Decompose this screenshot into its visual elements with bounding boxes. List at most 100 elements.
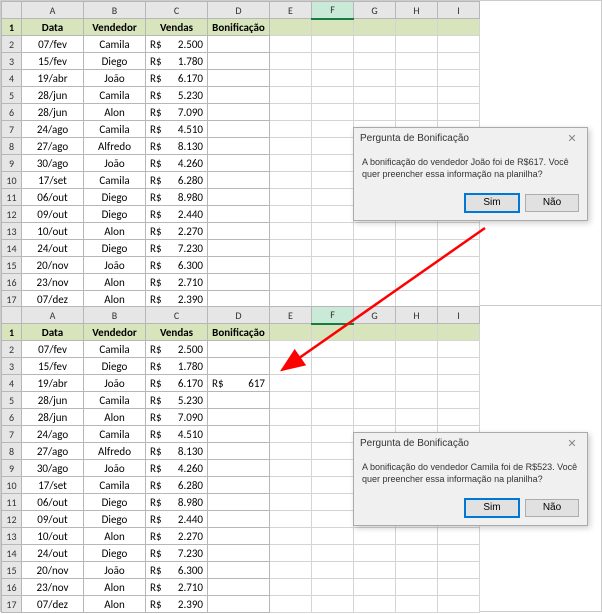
cell[interactable] xyxy=(354,324,396,341)
col-header-E[interactable]: E xyxy=(270,307,312,324)
cell[interactable] xyxy=(396,358,438,375)
cell[interactable] xyxy=(438,291,480,308)
cell[interactable] xyxy=(354,240,396,257)
row-header[interactable]: 17 xyxy=(2,596,22,613)
cell-vendedor[interactable]: João xyxy=(84,155,146,172)
col-header-F[interactable]: F xyxy=(312,307,354,324)
cell-data[interactable]: 19/abr xyxy=(22,70,84,87)
cell[interactable] xyxy=(438,409,480,426)
cell[interactable] xyxy=(354,36,396,53)
cell[interactable] xyxy=(312,36,354,53)
cell[interactable] xyxy=(354,70,396,87)
cell[interactable] xyxy=(312,443,354,460)
cell[interactable] xyxy=(312,392,354,409)
cell-vendedor[interactable]: Alon xyxy=(84,274,146,291)
col-header-D[interactable]: D xyxy=(208,2,270,19)
cell[interactable] xyxy=(312,494,354,511)
cell-vendedor[interactable]: João xyxy=(84,257,146,274)
cell[interactable] xyxy=(312,257,354,274)
cell[interactable] xyxy=(312,291,354,308)
cell[interactable] xyxy=(354,53,396,70)
col-header-I[interactable]: I xyxy=(438,2,480,19)
cell-bonificacao[interactable] xyxy=(208,223,270,240)
cell-vendas[interactable]: R$2.390 xyxy=(146,596,208,613)
cell-bonificacao[interactable] xyxy=(208,104,270,121)
col-header-G[interactable]: G xyxy=(354,2,396,19)
row-header[interactable]: 7 xyxy=(2,426,22,443)
cell[interactable] xyxy=(312,53,354,70)
cell-data[interactable]: 28/jun xyxy=(22,392,84,409)
cell-vendas[interactable]: R$8.980 xyxy=(146,189,208,206)
cell-vendas[interactable]: R$7.090 xyxy=(146,104,208,121)
cell-vendas[interactable]: R$6.300 xyxy=(146,257,208,274)
cell-bonificacao[interactable] xyxy=(208,409,270,426)
cell-bonificacao[interactable] xyxy=(208,121,270,138)
cell[interactable] xyxy=(438,528,480,545)
cell[interactable] xyxy=(312,189,354,206)
cell-data[interactable]: 15/fev xyxy=(22,53,84,70)
cell[interactable] xyxy=(354,562,396,579)
cell-vendas[interactable]: R$6.170 xyxy=(146,375,208,392)
cell[interactable] xyxy=(270,409,312,426)
cell[interactable] xyxy=(396,240,438,257)
cell[interactable] xyxy=(438,240,480,257)
cell-vendedor[interactable]: Camila xyxy=(84,36,146,53)
col-header-D[interactable]: D xyxy=(208,307,270,324)
cell[interactable] xyxy=(354,375,396,392)
cell[interactable] xyxy=(270,155,312,172)
cell[interactable] xyxy=(270,443,312,460)
row-header[interactable]: 13 xyxy=(2,223,22,240)
dialog-titlebar[interactable]: Pergunta de Bonificação ✕ xyxy=(354,128,587,149)
cell-vendas[interactable]: R$6.170 xyxy=(146,70,208,87)
cell[interactable] xyxy=(438,19,480,36)
row-header[interactable]: 12 xyxy=(2,511,22,528)
cell[interactable] xyxy=(312,155,354,172)
cell[interactable] xyxy=(270,19,312,36)
col-header-F[interactable]: F xyxy=(312,2,354,19)
cell[interactable] xyxy=(396,375,438,392)
cell-vendas[interactable]: R$7.090 xyxy=(146,409,208,426)
cell[interactable] xyxy=(438,274,480,291)
row-header[interactable]: 15 xyxy=(2,562,22,579)
row-header[interactable]: 7 xyxy=(2,121,22,138)
cell[interactable] xyxy=(438,579,480,596)
cell-vendedor[interactable]: Alon xyxy=(84,104,146,121)
cell[interactable] xyxy=(396,291,438,308)
cell[interactable] xyxy=(312,19,354,36)
row-header[interactable]: 6 xyxy=(2,409,22,426)
cell[interactable] xyxy=(312,87,354,104)
cell[interactable] xyxy=(270,257,312,274)
cell-data[interactable]: 06/out xyxy=(22,189,84,206)
col-header-H[interactable]: H xyxy=(396,2,438,19)
cell-vendedor[interactable]: Diego xyxy=(84,206,146,223)
yes-button[interactable]: Sim xyxy=(465,194,519,212)
cell[interactable] xyxy=(312,375,354,392)
cell[interactable] xyxy=(396,53,438,70)
cell[interactable] xyxy=(396,274,438,291)
table-header-cell[interactable]: Data xyxy=(22,19,84,36)
cell-vendas[interactable]: R$4.260 xyxy=(146,155,208,172)
cell[interactable] xyxy=(312,358,354,375)
cell[interactable] xyxy=(396,579,438,596)
cell[interactable] xyxy=(438,53,480,70)
col-header-B[interactable]: B xyxy=(84,2,146,19)
cell[interactable] xyxy=(270,375,312,392)
cell-data[interactable]: 27/ago xyxy=(22,443,84,460)
row-header[interactable]: 11 xyxy=(2,494,22,511)
cell[interactable] xyxy=(270,36,312,53)
cell-bonificacao[interactable] xyxy=(208,274,270,291)
close-icon[interactable]: ✕ xyxy=(563,132,581,145)
cell-bonificacao[interactable] xyxy=(208,528,270,545)
cell[interactable] xyxy=(396,596,438,613)
cell[interactable] xyxy=(354,579,396,596)
cell-bonificacao[interactable] xyxy=(208,596,270,613)
cell-bonificacao[interactable] xyxy=(208,70,270,87)
cell[interactable] xyxy=(354,358,396,375)
cell[interactable] xyxy=(354,19,396,36)
cell[interactable] xyxy=(354,596,396,613)
no-button[interactable]: Não xyxy=(525,194,579,212)
cell[interactable] xyxy=(312,138,354,155)
cell-vendas[interactable]: R$2.710 xyxy=(146,274,208,291)
cell[interactable] xyxy=(312,460,354,477)
cell-bonificacao[interactable] xyxy=(208,477,270,494)
